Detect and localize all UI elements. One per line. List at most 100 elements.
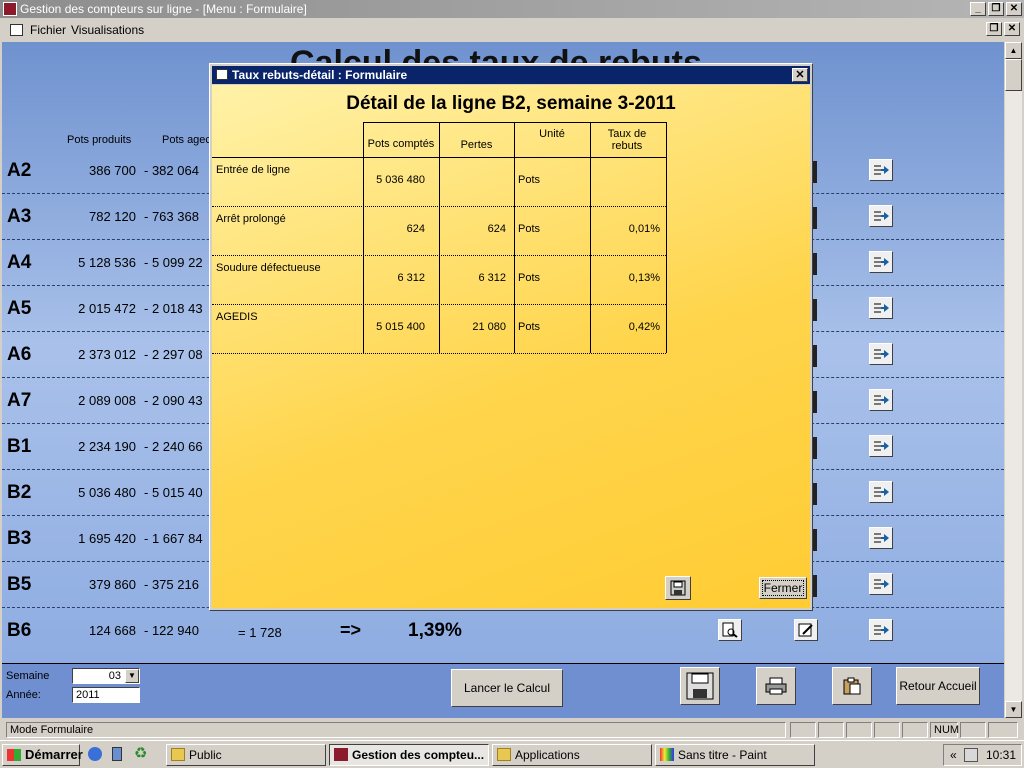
dialog-save-button[interactable] bbox=[665, 576, 691, 600]
row-label: A7 bbox=[7, 390, 32, 411]
detail-pots-comptes: 5 036 480 bbox=[376, 174, 425, 186]
open-detail-button[interactable] bbox=[869, 481, 893, 503]
retour-accueil-button[interactable]: Retour Accueil bbox=[896, 667, 980, 705]
status-panel-4 bbox=[874, 722, 900, 738]
clock: 10:31 bbox=[986, 748, 1017, 762]
detail-taux: 0,01% bbox=[628, 223, 660, 235]
dialog-title-bar: Taux rebuts-détail : Formulaire ✕ bbox=[212, 66, 810, 84]
row-label: A5 bbox=[7, 298, 32, 319]
scroll-thumb[interactable] bbox=[1005, 59, 1022, 91]
magnifier-doc-icon bbox=[722, 622, 738, 638]
open-detail-button[interactable] bbox=[869, 297, 893, 319]
open-detail-button[interactable] bbox=[869, 159, 893, 181]
fermer-button[interactable]: Fermer bbox=[759, 577, 807, 599]
header-taux: Taux de rebuts bbox=[607, 128, 647, 152]
status-panel-2 bbox=[818, 722, 844, 738]
detail-pertes: 624 bbox=[487, 223, 506, 235]
pots-produits-value: 2 089 008 bbox=[78, 393, 136, 408]
status-panel-1 bbox=[790, 722, 816, 738]
row-label: A4 bbox=[7, 252, 32, 273]
system-tray: « 10:31 bbox=[943, 744, 1022, 766]
table-line bbox=[212, 255, 666, 256]
detail-pertes: 6 312 bbox=[478, 272, 506, 284]
header-unite: Unité bbox=[539, 128, 565, 140]
detail-pots-comptes: 624 bbox=[406, 223, 425, 235]
paste-button[interactable] bbox=[832, 667, 872, 705]
task-paint[interactable]: Sans titre - Paint bbox=[655, 744, 815, 766]
tray-expand-icon[interactable]: « bbox=[950, 745, 957, 765]
detail-unite: Pots bbox=[518, 321, 541, 333]
volume-icon[interactable] bbox=[964, 748, 978, 762]
vertical-scrollbar[interactable]: ▲ ▼ bbox=[1005, 42, 1022, 718]
detail-unite: Pots bbox=[518, 174, 541, 186]
menu-visualisations[interactable]: Visualisations bbox=[71, 20, 144, 40]
detail-pots-comptes: 6 312 bbox=[397, 272, 425, 284]
open-detail-button[interactable] bbox=[869, 435, 893, 457]
menu-fichier[interactable]: Fichier bbox=[30, 20, 66, 40]
open-detail-button[interactable] bbox=[869, 619, 893, 641]
desktop-icon[interactable] bbox=[112, 747, 122, 761]
annee-field[interactable]: 2011 bbox=[72, 687, 140, 703]
scroll-down-icon[interactable]: ▼ bbox=[1005, 701, 1022, 718]
pots-agec-value: - 382 064 bbox=[144, 163, 199, 178]
row-label: A2 bbox=[7, 160, 32, 181]
floppy-disk-icon bbox=[686, 672, 714, 700]
detail-pots-comptes: 5 015 400 bbox=[376, 321, 425, 333]
semaine-select[interactable]: 03 ▼ bbox=[72, 668, 140, 684]
pots-agec-value: - 763 368 bbox=[144, 209, 199, 224]
open-detail-button[interactable] bbox=[869, 251, 893, 273]
open-detail-button[interactable] bbox=[869, 389, 893, 411]
pots-agec-value: - 1 667 84 bbox=[144, 531, 203, 546]
open-form-arrow-icon bbox=[874, 487, 889, 497]
floppy-disk-icon bbox=[670, 580, 686, 596]
detail-unite: Pots bbox=[518, 272, 541, 284]
pots-agec-value: - 2 240 66 bbox=[144, 439, 203, 454]
child-restore-button[interactable]: ❐ bbox=[986, 22, 1002, 36]
row-label: B3 bbox=[7, 528, 32, 549]
dropdown-arrow-icon[interactable]: ▼ bbox=[125, 669, 139, 683]
edit-button[interactable] bbox=[794, 619, 818, 641]
scroll-up-icon[interactable]: ▲ bbox=[1005, 42, 1022, 59]
col-header-pots-agec: Pots agec bbox=[162, 134, 211, 146]
table-line bbox=[212, 157, 666, 158]
start-button[interactable]: Démarrer bbox=[2, 744, 83, 766]
paint-icon bbox=[660, 748, 674, 761]
ie-icon[interactable] bbox=[88, 747, 102, 761]
print-button[interactable] bbox=[756, 667, 796, 705]
status-bar: Mode Formulaire NUM bbox=[0, 720, 1024, 740]
open-detail-button[interactable] bbox=[869, 573, 893, 595]
open-form-arrow-icon bbox=[874, 395, 889, 405]
minimize-button[interactable]: _ bbox=[970, 2, 986, 16]
semaine-value: 03 bbox=[108, 670, 121, 682]
child-close-button[interactable]: ✕ bbox=[1004, 22, 1020, 36]
detail-unite: Pots bbox=[518, 223, 541, 235]
table-line bbox=[212, 206, 666, 207]
open-detail-button[interactable] bbox=[869, 205, 893, 227]
open-form-arrow-icon bbox=[874, 441, 889, 451]
save-button[interactable] bbox=[680, 667, 720, 705]
task-gestion[interactable]: Gestion des compteu... bbox=[329, 744, 489, 766]
dialog-close-icon[interactable]: ✕ bbox=[792, 68, 808, 82]
task-applications[interactable]: Applications bbox=[492, 744, 652, 766]
taskbar: Démarrer ♻ Public Gestion des compteu...… bbox=[0, 740, 1024, 768]
task-public[interactable]: Public bbox=[166, 744, 326, 766]
open-detail-button[interactable] bbox=[869, 527, 893, 549]
col-header-pots-produits: Pots produits bbox=[67, 134, 132, 146]
status-panel-7 bbox=[988, 722, 1018, 738]
lancer-calcul-button[interactable]: Lancer le Calcul bbox=[451, 669, 563, 707]
pots-produits-value: 1 695 420 bbox=[78, 531, 136, 546]
diff-value: = 1 728 bbox=[238, 625, 282, 640]
folder-icon bbox=[497, 748, 511, 761]
row-label: B5 bbox=[7, 574, 32, 595]
access-app-icon bbox=[3, 2, 17, 16]
open-detail-button[interactable] bbox=[869, 343, 893, 365]
pots-agec-value: - 5 015 40 bbox=[144, 485, 203, 500]
open-form-arrow-icon bbox=[874, 533, 889, 543]
close-button[interactable]: ✕ bbox=[1006, 2, 1022, 16]
preview-button[interactable] bbox=[718, 619, 742, 641]
pots-produits-value: 124 668 bbox=[89, 623, 136, 638]
dialog-body: Détail de la ligne B2, semaine 3-2011 Po… bbox=[212, 85, 810, 608]
row-label: B2 bbox=[7, 482, 32, 503]
recycle-icon[interactable]: ♻ bbox=[134, 746, 150, 762]
restore-button[interactable]: ❐ bbox=[988, 2, 1004, 16]
